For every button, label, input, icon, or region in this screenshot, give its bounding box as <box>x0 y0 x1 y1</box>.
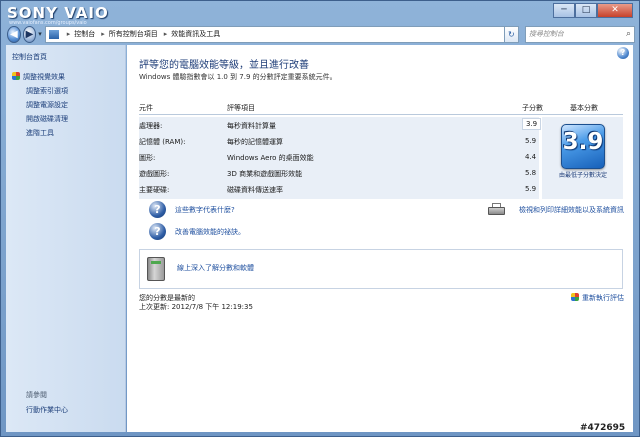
row-rated: 3D 商業和遊戲圖形效能 <box>227 170 303 178</box>
window-frame: SONY VAIO www.vaiofans.com/groups/vaio ─… <box>0 0 640 437</box>
sidebar-item-advanced-tools[interactable]: 進階工具 <box>26 128 54 138</box>
sidebar-item-label: 調整視覺效果 <box>23 73 65 81</box>
main-panel: ? 評等您的電腦效能等級，並且進行改善 Windows 體驗指數會以 1.0 到… <box>127 45 633 432</box>
sidebar-item-disk-cleanup[interactable]: 開啟磁碟清理 <box>26 114 68 124</box>
header-component: 元件 <box>139 104 153 112</box>
back-button[interactable]: ◀ <box>7 25 21 43</box>
row-component: 圖形: <box>139 154 156 162</box>
help-icon[interactable]: ? <box>617 47 629 59</box>
close-button[interactable]: ✕ <box>597 3 633 18</box>
row-rated: 磁碟資料傳送速率 <box>227 186 283 194</box>
window-controls: ─ □ ✕ <box>553 3 633 18</box>
score-table: 處理器: 每秒資料計算量 3.9 記憶體 (RAM): 每秒的記憶體運算 5.9… <box>139 117 542 199</box>
control-panel-icon <box>48 29 59 39</box>
crumb-all-items[interactable]: 所有控制台項目 <box>109 29 158 39</box>
see-also-heading: 請參閱 <box>26 391 47 399</box>
action-center-link[interactable]: 行動作業中心 <box>26 405 68 415</box>
crumb-performance[interactable]: 效能資訊及工具 <box>171 29 220 39</box>
row-component: 遊戲圖形: <box>139 170 170 178</box>
header-rated: 評等項目 <box>227 104 255 112</box>
crumb-separator: ▸ <box>101 30 105 38</box>
table-row: 圖形: Windows Aero 的桌面效能 4.4 <box>139 149 539 165</box>
row-subscore: 5.9 <box>525 185 537 193</box>
shield-icon <box>571 293 579 301</box>
row-component: 處理器: <box>139 122 163 130</box>
maximize-button[interactable]: □ <box>575 3 597 18</box>
base-score-value: 3.9 <box>562 129 604 155</box>
learn-more-link[interactable]: 線上深入了解分數和軟體 <box>177 263 254 273</box>
navigation-bar: ◀ ▶ ▾ ▸ 控制台 ▸ 所有控制台項目 ▸ 效能資訊及工具 ↻ 搜尋控制台 … <box>7 23 636 45</box>
what-numbers-mean-link[interactable]: 這些數字代表什麼? <box>175 205 235 215</box>
printer-icon <box>488 203 505 216</box>
rerun-label: 重新執行評估 <box>582 294 624 302</box>
row-component: 主要硬碟: <box>139 186 170 194</box>
table-row: 記憶體 (RAM): 每秒的記憶體運算 5.9 <box>139 133 539 149</box>
row-component: 記憶體 (RAM): <box>139 138 186 146</box>
sidebar-item-power[interactable]: 調整電源設定 <box>26 100 68 110</box>
search-input[interactable]: 搜尋控制台 ⌕ <box>524 25 636 43</box>
row-subscore: 3.9 <box>522 118 542 130</box>
table-row: 主要硬碟: 磁碟資料傳送速率 5.9 <box>139 181 539 197</box>
row-subscore: 5.8 <box>525 169 537 177</box>
tips-link[interactable]: 改善電腦效能的祕訣。 <box>175 227 245 237</box>
left-pane: 控制台首頁 調整視覺效果 調整索引選項 調整電源設定 開啟磁碟清理 進階工具 請… <box>6 45 126 432</box>
base-score-caption: 由最低子分數決定 <box>558 172 607 179</box>
software-box-icon <box>147 257 165 281</box>
minimize-button[interactable]: ─ <box>553 3 575 18</box>
header-basescore: 基本分數 <box>570 104 598 112</box>
last-update-text: 上次更新: 2012/7/8 下午 12:19:35 <box>139 303 253 311</box>
table-row: 處理器: 每秒資料計算量 3.9 <box>139 117 542 133</box>
question-icon: ? <box>149 223 166 240</box>
rerun-assessment-link[interactable]: 重新執行評估 <box>571 293 624 303</box>
learn-more-box: 線上深入了解分數和軟體 <box>139 249 623 289</box>
crumb-control-panel[interactable]: 控制台 <box>74 29 95 39</box>
address-bar[interactable]: ▸ 控制台 ▸ 所有控制台項目 ▸ 效能資訊及工具 <box>44 25 505 43</box>
crumb-separator: ▸ <box>163 30 168 38</box>
row-rated: Windows Aero 的桌面效能 <box>227 154 314 162</box>
row-subscore: 5.9 <box>525 137 537 145</box>
sidebar-item-visual-effects[interactable]: 調整視覺效果 <box>12 72 65 82</box>
row-rated: 每秒的記憶體運算 <box>227 138 283 146</box>
refresh-icon[interactable]: ↻ <box>504 25 519 43</box>
watermark: #472695 <box>580 423 626 433</box>
print-details-link[interactable]: 檢視和列印詳細效能以及系統資訊 <box>519 205 624 215</box>
page-title: 評等您的電腦效能等級，並且進行改善 <box>139 60 309 71</box>
table-header: 元件 評等項目 子分數 基本分數 <box>139 102 623 115</box>
table-row: 遊戲圖形: 3D 商業和遊戲圖形效能 5.8 <box>139 165 539 181</box>
question-icon: ? <box>149 201 166 218</box>
row-subscore: 4.4 <box>525 153 537 161</box>
row-rated: 每秒資料計算量 <box>227 122 276 130</box>
crumb-separator: ▸ <box>66 30 71 38</box>
forward-button[interactable]: ▶ <box>22 25 37 43</box>
history-dropdown-icon[interactable]: ▾ <box>38 30 42 38</box>
shield-icon <box>12 72 20 80</box>
sidebar-item-indexing[interactable]: 調整索引選項 <box>26 86 68 96</box>
sidebar-item-home[interactable]: 控制台首頁 <box>12 52 47 62</box>
search-icon[interactable]: ⌕ <box>626 29 631 39</box>
search-placeholder: 搜尋控制台 <box>528 30 564 38</box>
page-subtitle: Windows 體驗指數會以 1.0 到 7.9 的分數評定重要系統元件。 <box>139 73 337 81</box>
header-subscore: 子分數 <box>522 104 543 112</box>
